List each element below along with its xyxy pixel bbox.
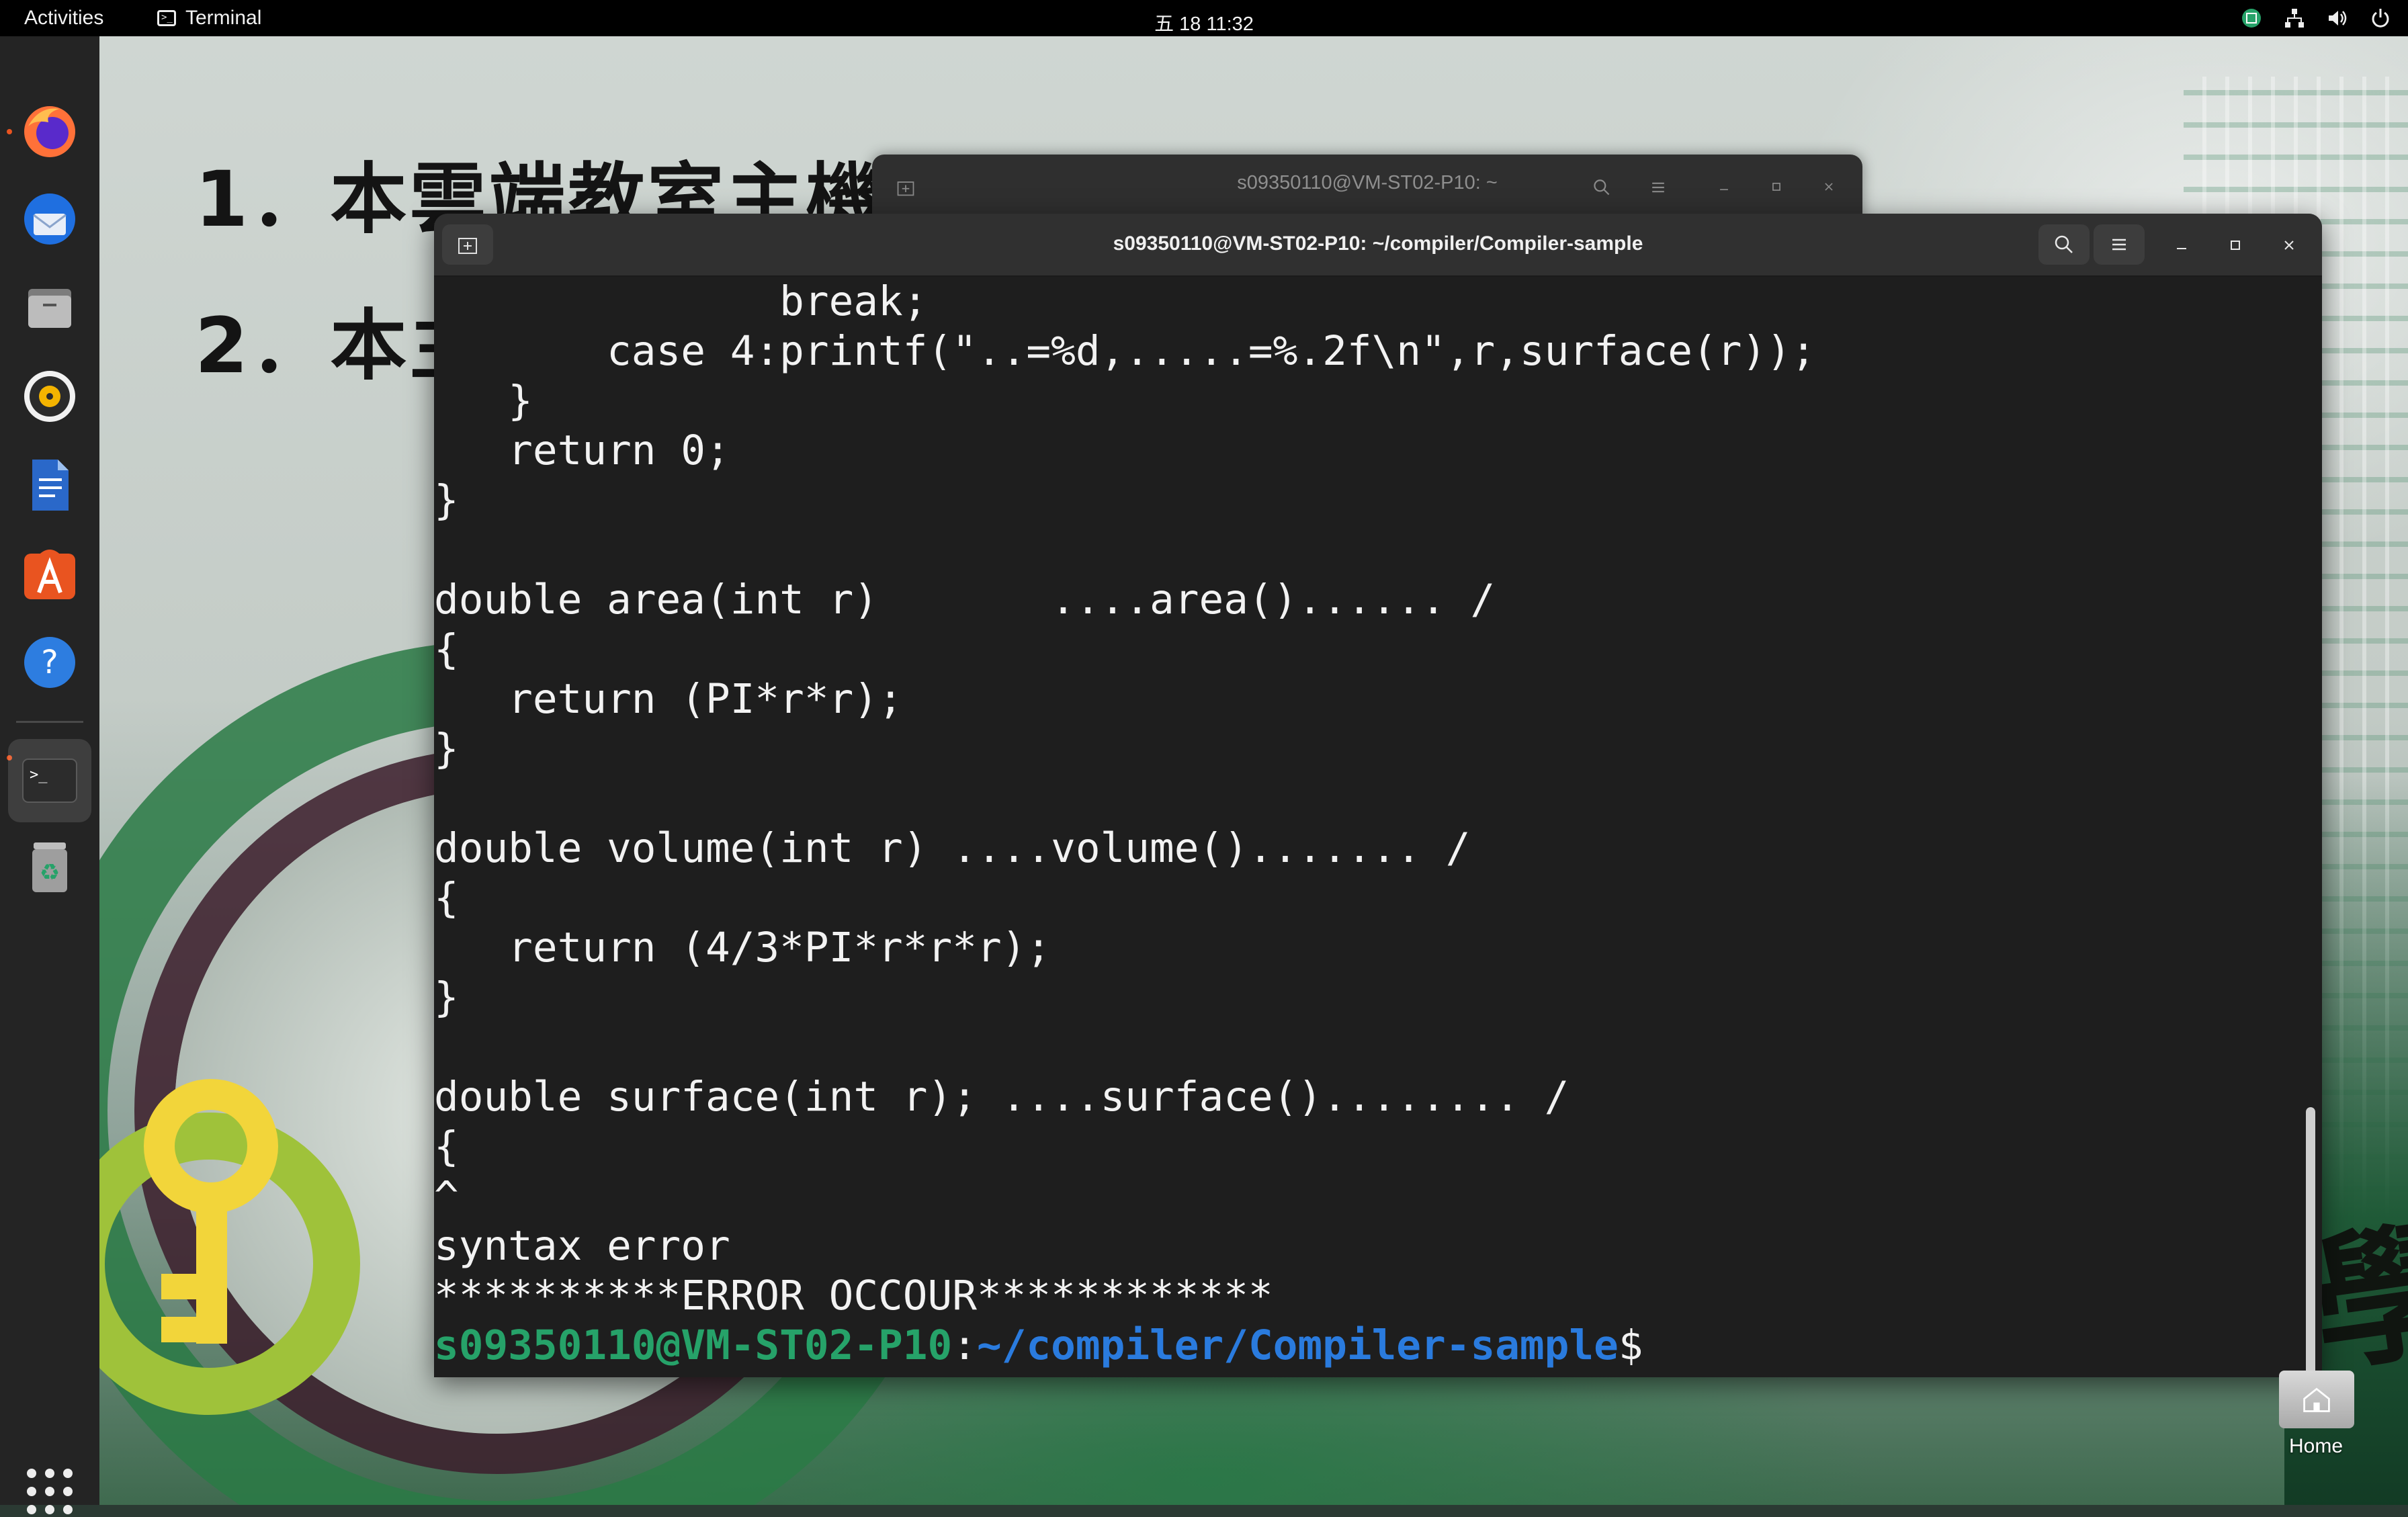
clock[interactable]: 五 18 11:32	[1154, 8, 1254, 36]
close-button[interactable]	[2275, 231, 2303, 259]
terminal-line: {	[434, 1123, 459, 1170]
top-bar: Activities >_ Terminal 五 18 11:32	[0, 0, 2408, 36]
terminal-icon: >_	[22, 758, 77, 803]
prompt-path: ~/compiler/Compiler-sample	[976, 1321, 1619, 1369]
terminal-line: {	[434, 874, 459, 922]
terminal-line: }	[434, 377, 533, 425]
home-folder-icon	[2279, 1371, 2354, 1428]
network-icon[interactable]	[2283, 7, 2306, 30]
terminal-line: syntax error	[434, 1222, 730, 1270]
dock-item-files[interactable]	[16, 274, 83, 341]
files-icon	[28, 289, 71, 328]
key-logo-tooth	[161, 1317, 199, 1342]
dock-item-rhythmbox[interactable]	[16, 363, 83, 430]
dock-item-writer[interactable]	[16, 451, 83, 519]
hamburger-icon	[2112, 239, 2126, 251]
maximize-button[interactable]	[2221, 231, 2249, 259]
minimize-button[interactable]	[2167, 231, 2196, 259]
dock-item-thunderbird[interactable]	[16, 185, 83, 253]
terminal-scrollbar[interactable]	[2306, 1107, 2315, 1377]
terminal-line: double area(int r) ....area()...... /	[434, 576, 1496, 623]
writer-icon	[32, 460, 69, 511]
system-status-area[interactable]	[2240, 7, 2392, 30]
dock-item-firefox[interactable]	[16, 97, 83, 164]
terminal-window[interactable]: s09350110@VM-ST02-P10: ~/compiler/Compil…	[434, 214, 2322, 1377]
activities-button[interactable]: Activities	[24, 7, 103, 30]
search-icon	[1594, 179, 1610, 196]
key-logo-tooth	[161, 1274, 199, 1299]
shell-prompt[interactable]: s09350110@VM-ST02-P10:~/compiler/Compile…	[434, 1321, 2302, 1371]
minimize-icon	[1720, 189, 1728, 191]
dock: ? >_ ♻	[0, 36, 99, 1514]
prompt-user-host: s09350110@VM-ST02-P10	[434, 1321, 953, 1369]
running-indicator	[7, 129, 12, 134]
desktop-home-shortcut[interactable]: Home	[2279, 1371, 2354, 1458]
dock-item-trash[interactable]: ♻	[16, 832, 83, 899]
dock-item-software[interactable]	[16, 540, 83, 607]
hamburger-icon	[1652, 182, 1664, 193]
terminal-line: return (4/3*PI*r*r*r);	[434, 924, 1051, 971]
prompt-separator: :	[952, 1321, 977, 1369]
input-method-icon[interactable]	[2240, 7, 2263, 30]
volume-icon[interactable]	[2326, 7, 2349, 30]
svg-text:?: ?	[41, 644, 58, 681]
app-menu-button[interactable]: >_ Terminal	[157, 7, 261, 30]
maximize-icon	[1772, 183, 1780, 191]
close-icon	[2284, 241, 2294, 250]
terminal-line: {	[434, 625, 459, 673]
terminal-icon: >_	[157, 10, 176, 26]
rhythmbox-icon	[24, 371, 75, 422]
firefox-icon	[24, 106, 75, 157]
thunderbird-icon	[24, 193, 75, 245]
minimize-icon	[2177, 248, 2186, 249]
close-icon	[1825, 183, 1833, 191]
key-logo-shaft	[196, 1205, 227, 1344]
search-button[interactable]	[2038, 224, 2090, 265]
dock-separator	[16, 721, 83, 723]
search-button[interactable]	[1580, 168, 1623, 207]
software-icon	[24, 550, 75, 599]
menu-button[interactable]	[1637, 168, 1680, 207]
trash-icon: ♻	[32, 842, 67, 892]
prompt-symbol: $	[1618, 1321, 1643, 1369]
power-icon[interactable]	[2369, 7, 2392, 30]
terminal-line: double volume(int r) ....volume().......…	[434, 824, 1471, 872]
terminal-line: }	[434, 476, 459, 524]
maximize-button[interactable]	[1763, 173, 1790, 200]
menu-button[interactable]	[2094, 224, 2145, 265]
window-header[interactable]: s09350110@VM-ST02-P10: ~/compiler/Compil…	[434, 214, 2322, 277]
search-icon	[2055, 235, 2073, 253]
terminal-line: break;	[434, 277, 928, 325]
terminal-line: }	[434, 973, 459, 1021]
desktop-home-label: Home	[2288, 1435, 2344, 1457]
svg-text:♻: ♻	[40, 859, 60, 886]
terminal-line: case 4:printf("..=%d,.....=%.2f\n",r,sur…	[434, 327, 1816, 375]
close-button[interactable]	[1815, 173, 1842, 200]
maximize-icon	[2231, 241, 2240, 250]
app-menu-label: Terminal	[185, 7, 262, 29]
terminal-line: return 0;	[434, 427, 730, 474]
terminal-line: double surface(int r); ....surface()....…	[434, 1073, 1570, 1121]
show-applications-button[interactable]	[24, 1466, 75, 1517]
minimize-button[interactable]	[1711, 173, 1737, 200]
svg-text:>_: >_	[30, 767, 48, 783]
terminal-line: return (PI*r*r);	[434, 675, 903, 723]
dock-item-help[interactable]: ?	[16, 629, 83, 696]
terminal-output[interactable]: break; case 4:printf("..=%d,.....=%.2f\n…	[434, 277, 2302, 1377]
key-logo-head	[144, 1079, 278, 1213]
help-icon: ?	[24, 637, 75, 688]
terminal-line: }	[434, 725, 459, 773]
dock-item-terminal[interactable]: >_	[8, 739, 91, 822]
terminal-line: ^	[434, 1172, 459, 1220]
terminal-line: **********ERROR OCCOUR************	[434, 1272, 1273, 1319]
